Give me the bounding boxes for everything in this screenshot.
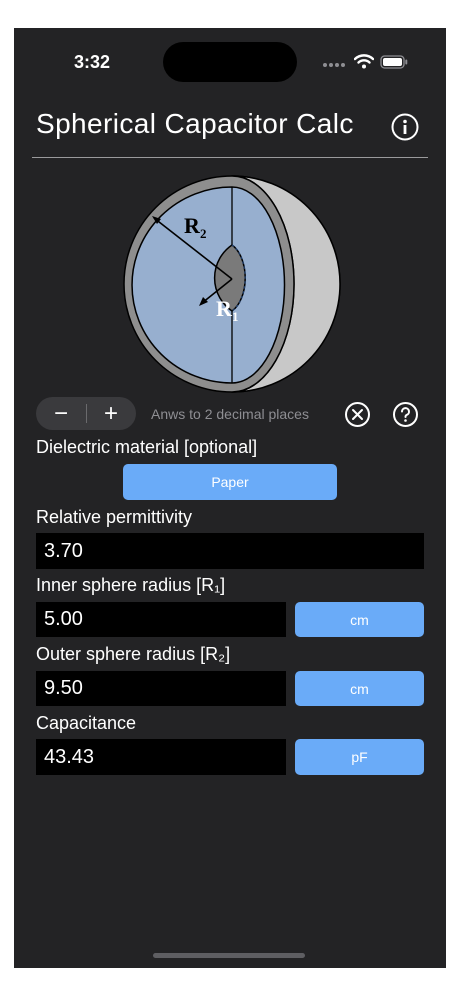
inner-radius-field-label: Inner sphere radius [R₁]	[36, 575, 226, 595]
capacitance-output: 43.43	[36, 739, 286, 775]
decrease-decimals-button[interactable]: −	[36, 397, 86, 430]
capacitance-unit-button[interactable]: pF	[295, 739, 424, 775]
inner-radius-unit-button[interactable]: cm	[295, 602, 424, 637]
capacitance-label: Capacitance	[36, 713, 137, 733]
battery-icon	[380, 54, 408, 69]
clear-icon[interactable]	[344, 401, 371, 428]
decimal-stepper: − +	[36, 397, 136, 430]
decimal-places-text: Anws to 2 decimal places	[151, 406, 309, 422]
help-icon[interactable]	[392, 401, 419, 428]
inner-radius-label: R	[216, 296, 233, 321]
home-indicator	[153, 953, 305, 958]
outer-radius-field-label: Outer sphere radius [R₂]	[36, 644, 231, 664]
increase-decimals-button[interactable]: +	[86, 397, 136, 430]
page-title: Spherical Capacitor Calc	[36, 108, 354, 139]
spherical-capacitor-diagram: R 2 R 1	[123, 175, 341, 393]
outer-radius-input[interactable]: 9.50	[36, 671, 286, 706]
signal-dots-icon	[323, 63, 345, 67]
inner-radius-input[interactable]: 5.00	[36, 602, 286, 637]
wifi-icon	[354, 54, 374, 69]
permittivity-input[interactable]: 3.70	[36, 533, 424, 569]
inner-radius-subscript: 1	[232, 309, 239, 324]
status-time: 3:32	[74, 52, 111, 72]
dielectric-select-button[interactable]: Paper	[123, 464, 337, 500]
dynamic-island	[163, 42, 297, 82]
header-divider	[32, 157, 428, 158]
outer-radius-unit-button[interactable]: cm	[295, 671, 424, 706]
outer-radius-label: R	[184, 213, 201, 238]
outer-radius-subscript: 2	[200, 226, 207, 241]
permittivity-label: Relative permittivity	[36, 507, 193, 527]
app-screen: 3:32 Spherical Capacitor Calc R 2 R 1 − …	[14, 28, 446, 968]
info-icon[interactable]	[390, 112, 420, 142]
dielectric-label: Dielectric material [optional]	[36, 437, 258, 457]
status-icons	[354, 54, 408, 69]
